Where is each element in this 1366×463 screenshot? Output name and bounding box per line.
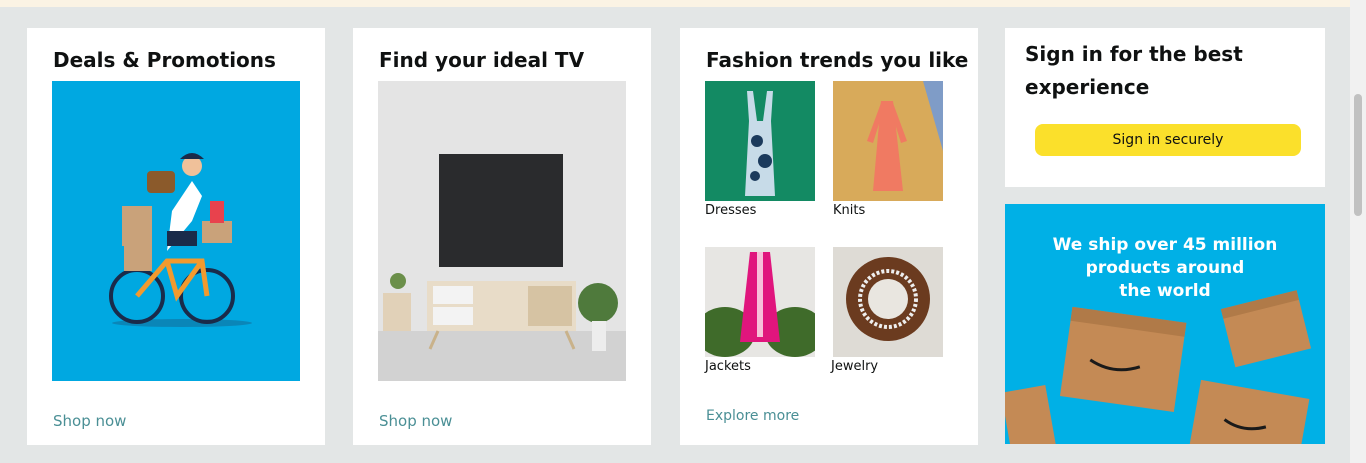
fashion-item-knits-image[interactable] <box>833 81 943 201</box>
shipping-ad-banner[interactable]: We ship over 45 million products around … <box>1005 204 1325 444</box>
top-banner-strip <box>0 0 1350 7</box>
necklace-photo <box>833 247 943 357</box>
fashion-item-label[interactable]: Jackets <box>705 359 751 374</box>
fashion-card-title: Fashion trends you like <box>706 48 969 72</box>
jacket-photo <box>705 247 815 357</box>
fashion-item-label[interactable]: Knits <box>833 203 865 218</box>
deals-card-title: Deals & Promotions <box>53 48 276 72</box>
page-scrollbar[interactable] <box>1350 0 1366 463</box>
shipping-ad-line: the world <box>1119 280 1211 301</box>
knit-photo <box>833 81 943 201</box>
tv-image[interactable] <box>378 81 626 381</box>
fashion-item-dresses-image[interactable] <box>705 81 815 201</box>
shipping-ad-headline: We ship over 45 million products around … <box>1005 234 1325 303</box>
shipping-ad-line: We ship over 45 million <box>1052 235 1278 255</box>
sign-in-securely-button[interactable]: Sign in securely <box>1035 124 1301 156</box>
fashion-item-jackets-image[interactable] <box>705 247 815 357</box>
tv-card: Find your ideal TV Shop now <box>353 28 651 445</box>
fashion-item-label[interactable]: Dresses <box>705 203 756 218</box>
deals-card: Deals & Promotions Shop now <box>27 28 325 445</box>
signin-card: Sign in for the best experience Sign in … <box>1005 28 1325 187</box>
dress-photo <box>705 81 815 201</box>
cyclist-illustration <box>52 81 300 381</box>
page-scrollbar-thumb[interactable] <box>1354 94 1362 216</box>
signin-card-title: Sign in for the best experience <box>1025 42 1243 99</box>
deals-image[interactable] <box>52 81 300 381</box>
tv-room-illustration <box>378 81 626 381</box>
tv-shop-now-link[interactable]: Shop now <box>379 412 452 430</box>
fashion-explore-more-link[interactable]: Explore more <box>706 408 799 424</box>
fashion-item-label[interactable]: Jewelry <box>831 359 878 374</box>
tv-card-title: Find your ideal TV <box>379 48 585 72</box>
fashion-item-jewelry-image[interactable] <box>833 247 943 357</box>
shipping-ad-line: products around <box>1085 257 1245 278</box>
fashion-card: Fashion trends you like Dresses Knits Ja… <box>680 28 978 445</box>
deals-shop-now-link[interactable]: Shop now <box>53 412 126 430</box>
